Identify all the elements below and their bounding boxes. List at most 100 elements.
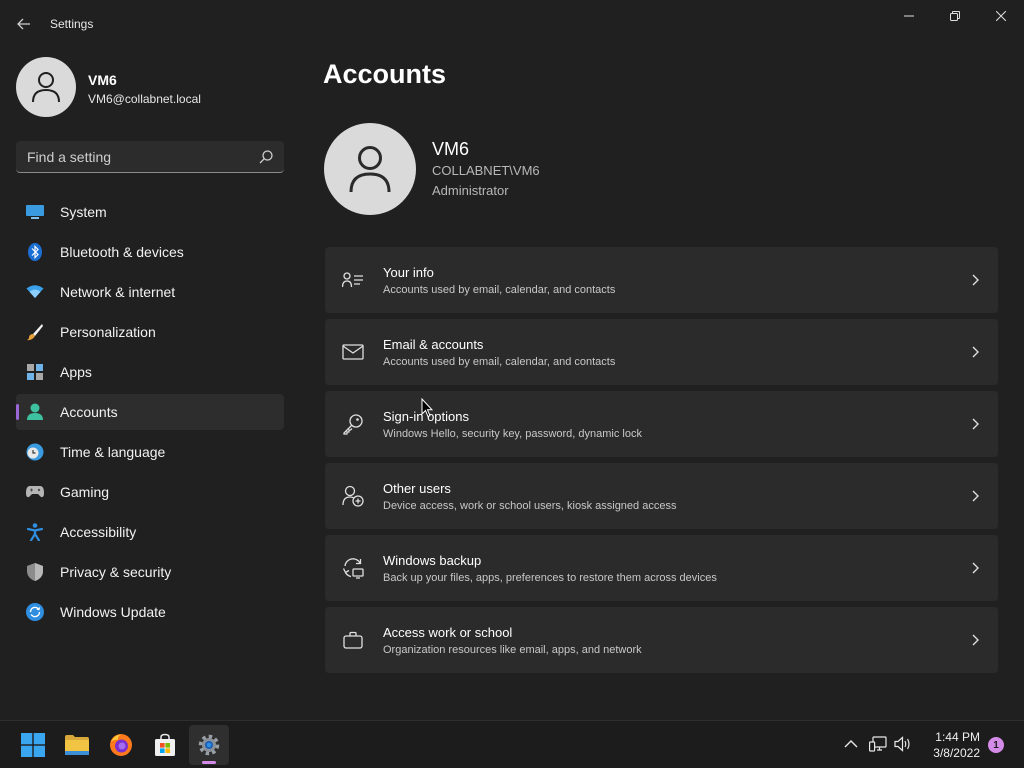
card-description: Organization resources like email, apps,…	[383, 644, 642, 656]
volume-tray-button[interactable]	[894, 735, 912, 753]
sidebar-item-personalization[interactable]: Personalization	[16, 314, 284, 350]
chevron-right-icon	[972, 490, 979, 502]
notification-badge[interactable]: 1	[988, 737, 1004, 753]
firefox-icon	[110, 734, 132, 756]
chevron-right-icon	[972, 274, 979, 286]
card-title: Your info	[383, 265, 434, 280]
briefcase-icon	[342, 629, 364, 651]
network-icon	[869, 736, 887, 752]
card-description: Accounts used by email, calendar, and co…	[383, 284, 616, 296]
avatar	[16, 57, 76, 117]
card-windows-backup[interactable]: Windows backup Back up your files, apps,…	[325, 535, 998, 601]
update-icon	[26, 603, 44, 621]
profile-name: VM6	[88, 72, 117, 88]
minimize-icon	[904, 15, 914, 17]
mouse-cursor-icon	[421, 398, 433, 418]
search-input[interactable]: Find a setting	[16, 141, 284, 173]
sidebar-item-accounts[interactable]: Accounts	[16, 394, 284, 430]
apps-icon	[26, 363, 44, 381]
card-title: Windows backup	[383, 553, 482, 568]
windows-logo-icon	[21, 733, 45, 757]
gamepad-icon	[26, 483, 44, 501]
search-placeholder: Find a setting	[27, 149, 112, 165]
account-name: VM6	[432, 139, 470, 159]
sidebar-item-label: Accessibility	[60, 524, 137, 540]
profile-email: VM6@collabnet.local	[88, 92, 201, 106]
sidebar-item-label: Personalization	[60, 324, 156, 340]
person-icon	[32, 72, 60, 103]
show-hidden-icons-button[interactable]	[842, 735, 860, 753]
sidebar-item-accessibility[interactable]: Accessibility	[16, 514, 284, 550]
app-title: Settings	[50, 17, 94, 31]
start-button[interactable]	[13, 725, 53, 765]
card-description: Back up your files, apps, preferences to…	[383, 572, 717, 584]
folder-icon	[65, 735, 89, 755]
mail-icon	[342, 341, 364, 363]
card-other-users[interactable]: Other users Device access, work or schoo…	[325, 463, 998, 529]
sidebar-item-time-language[interactable]: Time & language	[16, 434, 284, 470]
wifi-icon	[26, 283, 44, 301]
sidebar-item-system[interactable]: System	[16, 194, 284, 230]
brush-icon	[26, 323, 44, 341]
shield-icon	[26, 563, 44, 581]
person-info-icon	[342, 269, 364, 291]
chevron-up-icon	[844, 740, 858, 748]
chevron-right-icon	[972, 634, 979, 646]
card-description: Accounts used by email, calendar, and co…	[383, 356, 616, 368]
sidebar-nav: System Bluetooth & devices Network & int…	[16, 194, 284, 634]
bluetooth-icon	[26, 243, 44, 261]
card-email-accounts[interactable]: Email & accounts Accounts used by email,…	[325, 319, 998, 385]
sidebar-item-apps[interactable]: Apps	[16, 354, 284, 390]
back-button[interactable]	[10, 12, 38, 36]
system-display-icon	[26, 203, 44, 221]
sidebar-item-network[interactable]: Network & internet	[16, 274, 284, 310]
restore-button[interactable]	[932, 0, 978, 32]
card-title: Access work or school	[383, 625, 513, 640]
gear-icon	[198, 734, 220, 756]
taskbar: 1:44 PM 3/8/2022 1	[0, 720, 1024, 768]
volume-icon	[894, 736, 910, 752]
sidebar-item-label: Windows Update	[60, 604, 166, 620]
sidebar-item-label: Time & language	[60, 444, 166, 460]
sidebar-item-label: Gaming	[60, 484, 110, 500]
sidebar-item-windows-update[interactable]: Windows Update	[16, 594, 284, 630]
taskbar-firefox[interactable]	[101, 725, 141, 765]
add-person-icon	[342, 485, 364, 507]
search-icon	[259, 150, 273, 164]
person-icon	[349, 146, 391, 193]
taskbar-microsoft-store[interactable]	[145, 725, 185, 765]
taskbar-clock-time[interactable]: 1:44 PM	[930, 730, 980, 744]
key-icon	[342, 413, 364, 435]
taskbar-clock-date[interactable]: 3/8/2022	[922, 746, 980, 760]
close-button[interactable]	[978, 0, 1024, 32]
active-app-indicator	[202, 761, 216, 764]
card-description: Device access, work or school users, kio…	[383, 500, 677, 512]
taskbar-settings[interactable]	[189, 725, 229, 765]
sidebar-item-label: System	[60, 204, 107, 220]
store-icon	[155, 733, 175, 756]
card-access-work-school[interactable]: Access work or school Organization resou…	[325, 607, 998, 673]
title-bar: Settings	[0, 0, 1024, 48]
account-settings-list: Your info Accounts used by email, calend…	[325, 247, 998, 679]
card-your-info[interactable]: Your info Accounts used by email, calend…	[325, 247, 998, 313]
card-title: Email & accounts	[383, 337, 484, 352]
avatar	[324, 123, 416, 215]
chevron-right-icon	[972, 562, 979, 574]
sidebar-item-label: Apps	[60, 364, 92, 380]
sidebar-item-label: Privacy & security	[60, 564, 172, 580]
restore-icon	[950, 11, 960, 21]
sidebar-item-privacy[interactable]: Privacy & security	[16, 554, 284, 590]
chevron-right-icon	[972, 418, 979, 430]
account-role: Administrator	[432, 183, 509, 198]
sidebar-item-label: Network & internet	[60, 284, 176, 300]
accounts-icon	[26, 403, 44, 421]
taskbar-file-explorer[interactable]	[57, 725, 97, 765]
card-description: Windows Hello, security key, password, d…	[383, 428, 642, 440]
minimize-button[interactable]	[886, 0, 932, 32]
network-tray-button[interactable]	[869, 735, 887, 753]
page-title: Accounts	[323, 59, 447, 89]
sidebar-item-bluetooth[interactable]: Bluetooth & devices	[16, 234, 284, 270]
accessibility-icon	[26, 523, 44, 541]
sidebar-item-gaming[interactable]: Gaming	[16, 474, 284, 510]
sidebar-item-label: Accounts	[60, 404, 118, 420]
